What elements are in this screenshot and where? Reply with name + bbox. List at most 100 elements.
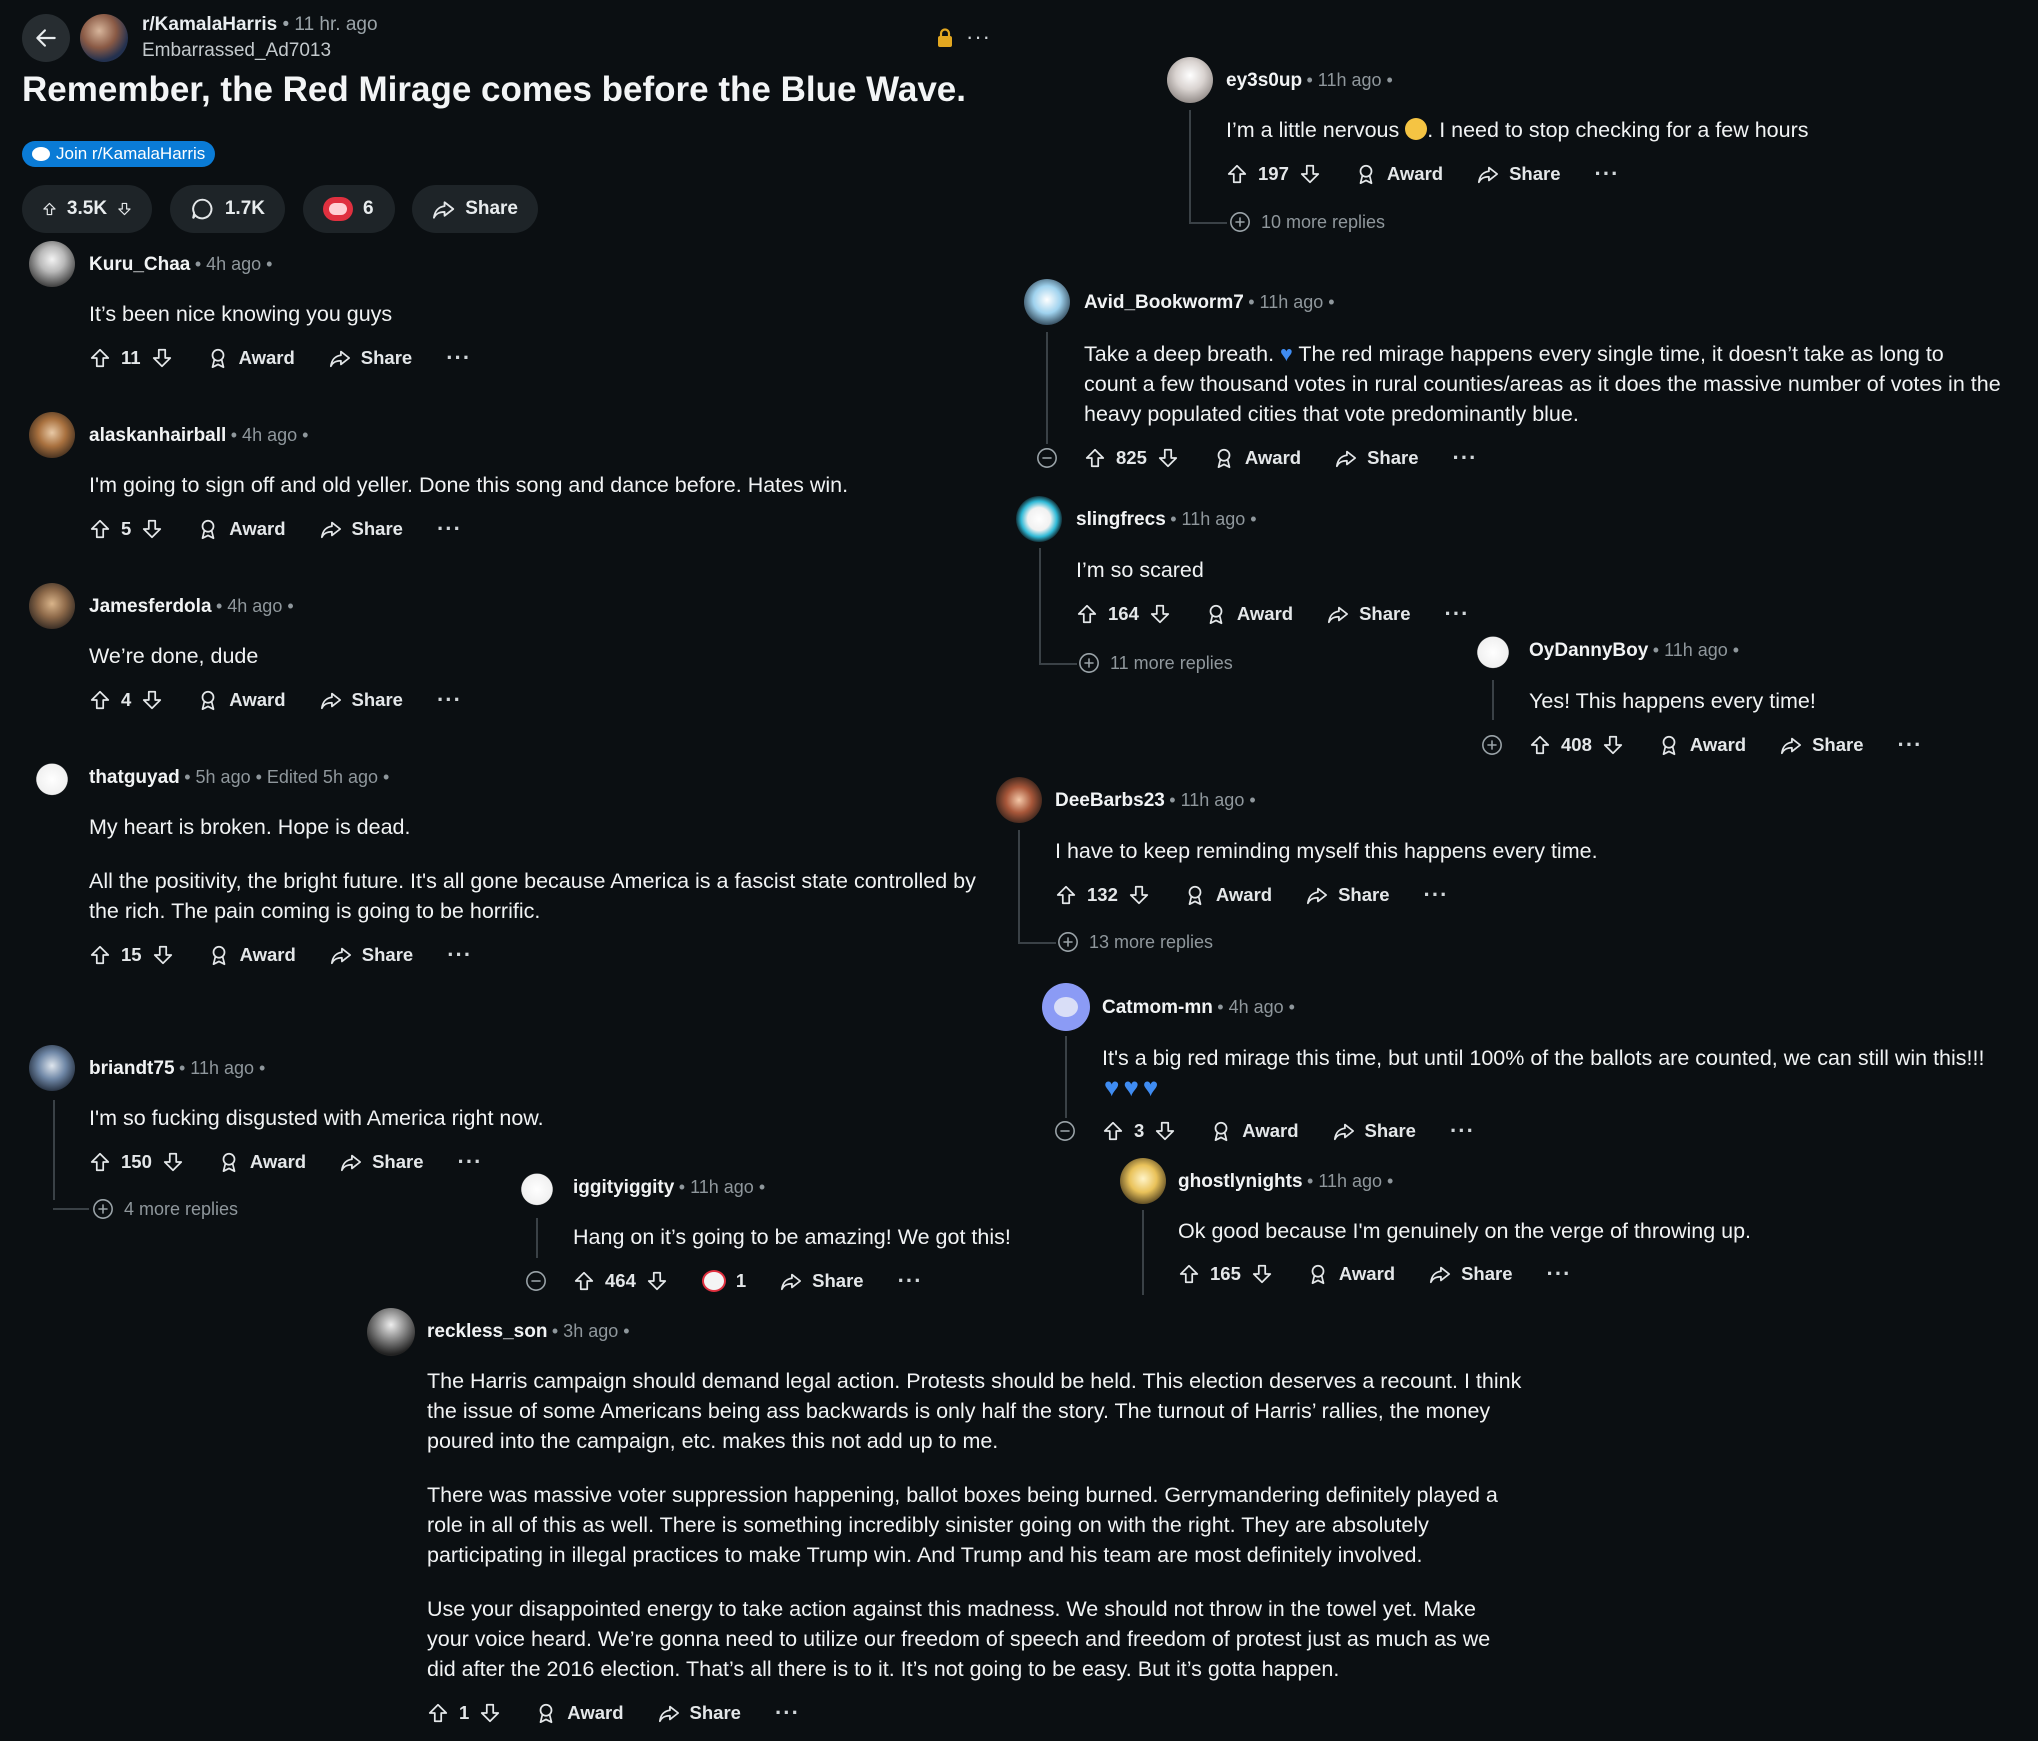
upvote-icon[interactable] [1076, 603, 1098, 625]
upvote-icon[interactable] [573, 1270, 595, 1292]
avatar[interactable] [29, 583, 75, 629]
collapse-icon[interactable] [525, 1270, 547, 1292]
username[interactable]: Avid_Bookworm7 [1084, 292, 1244, 313]
avatar[interactable] [1470, 627, 1516, 673]
more-options-button[interactable]: ··· [1595, 161, 1620, 187]
avatar[interactable] [29, 754, 75, 800]
downvote-icon[interactable] [1149, 603, 1171, 625]
share-button[interactable]: Share [1333, 1120, 1416, 1142]
more-options-button[interactable]: ··· [437, 516, 462, 542]
award-button[interactable]: Award [1210, 1120, 1299, 1142]
avatar[interactable] [1120, 1158, 1166, 1204]
more-replies-link[interactable]: 4 more replies [92, 1198, 238, 1220]
award-button[interactable]: Award [1205, 603, 1293, 625]
avatar[interactable] [1042, 983, 1090, 1031]
downvote-icon[interactable] [1128, 884, 1150, 906]
more-options-button[interactable]: ··· [1453, 445, 1478, 471]
share-button[interactable]: Share [780, 1270, 864, 1292]
award-button[interactable]: Award [1213, 447, 1301, 469]
share-button[interactable]: Share [329, 347, 412, 369]
downvote-icon[interactable] [141, 689, 163, 711]
avatar[interactable] [514, 1164, 560, 1210]
upvote-icon[interactable] [89, 518, 111, 540]
downvote-icon[interactable] [1299, 163, 1321, 185]
subreddit-avatar[interactable] [80, 14, 128, 62]
upvote-icon[interactable] [89, 1151, 111, 1173]
username[interactable]: DeeBarbs23 [1055, 790, 1165, 811]
more-options-button[interactable]: ··· [898, 1268, 923, 1294]
awards-display[interactable]: 1 [701, 1270, 746, 1292]
share-button[interactable]: Share [1780, 734, 1864, 756]
username[interactable]: Kuru_Chaa [89, 254, 190, 275]
subreddit-link[interactable]: r/KamalaHarris [142, 14, 277, 35]
expand-icon[interactable] [1481, 734, 1503, 756]
share-button[interactable]: Share [340, 1151, 424, 1173]
downvote-icon[interactable] [1251, 1263, 1273, 1285]
more-options-button[interactable]: ··· [1424, 882, 1449, 908]
upvote-icon[interactable] [1178, 1263, 1200, 1285]
award-button[interactable]: Award [208, 944, 296, 966]
username[interactable]: slingfrecs [1076, 509, 1166, 530]
username[interactable]: reckless_son [427, 1321, 547, 1342]
award-button[interactable]: Award [218, 1151, 306, 1173]
avatar[interactable] [1167, 57, 1213, 103]
award-button[interactable]: Award [207, 347, 295, 369]
share-button[interactable]: Share [1477, 163, 1561, 185]
more-options-button[interactable]: ··· [1547, 1261, 1572, 1287]
award-button[interactable]: Award [197, 518, 286, 540]
downvote-icon[interactable] [1602, 734, 1624, 756]
post-share-button[interactable]: Share [412, 185, 538, 233]
upvote-icon[interactable] [1084, 447, 1106, 469]
downvote-icon[interactable] [646, 1270, 668, 1292]
username[interactable]: ey3s0up [1226, 70, 1302, 91]
more-replies-link[interactable]: 11 more replies [1078, 652, 1233, 674]
upvote-icon[interactable] [427, 1702, 449, 1724]
more-options-button[interactable]: ··· [1450, 1118, 1475, 1144]
share-button[interactable]: Share [1306, 884, 1390, 906]
share-button[interactable]: Share [1335, 447, 1419, 469]
share-button[interactable]: Share [1429, 1263, 1513, 1285]
downvote-icon[interactable] [151, 347, 173, 369]
more-options-button[interactable]: ··· [1445, 601, 1470, 627]
downvote-icon[interactable] [479, 1702, 501, 1724]
share-button[interactable]: Share [1327, 603, 1411, 625]
username[interactable]: alaskanhairball [89, 425, 226, 446]
collapse-icon[interactable] [1054, 1120, 1076, 1142]
more-replies-link[interactable]: 10 more replies [1229, 211, 1385, 233]
share-button[interactable]: Share [320, 518, 403, 540]
more-options-button[interactable]: ··· [775, 1700, 800, 1726]
post-options-button[interactable]: ··· [966, 24, 991, 50]
username[interactable]: briandt75 [89, 1058, 175, 1079]
username[interactable]: Jamesferdola [89, 596, 212, 617]
upvote-icon[interactable] [89, 347, 111, 369]
avatar[interactable] [29, 412, 75, 458]
avatar[interactable] [29, 1045, 75, 1091]
avatar[interactable] [996, 777, 1042, 823]
downvote-icon[interactable] [152, 944, 174, 966]
share-button[interactable]: Share [330, 944, 413, 966]
username[interactable]: Catmom-mn [1102, 997, 1213, 1018]
award-button[interactable]: Award [197, 689, 286, 711]
downvote-icon[interactable] [1157, 447, 1179, 469]
upvote-icon[interactable] [1226, 163, 1248, 185]
collapse-icon[interactable] [1036, 447, 1058, 469]
share-button[interactable]: Share [320, 689, 403, 711]
post-author[interactable]: Embarrassed_Ad7013 [142, 40, 331, 62]
username[interactable]: ghostlynights [1178, 1171, 1303, 1192]
upvote-icon[interactable] [1529, 734, 1551, 756]
more-options-button[interactable]: ··· [437, 687, 462, 713]
more-options-button[interactable]: ··· [458, 1149, 483, 1175]
award-button[interactable]: Award [535, 1702, 624, 1724]
downvote-icon[interactable] [1154, 1120, 1176, 1142]
share-button[interactable]: Share [658, 1702, 741, 1724]
award-button[interactable]: Award [1658, 734, 1746, 756]
award-button[interactable]: Award [1184, 884, 1272, 906]
avatar[interactable] [1024, 279, 1070, 325]
more-replies-link[interactable]: 13 more replies [1057, 931, 1213, 953]
upvote-icon[interactable] [1055, 884, 1077, 906]
username[interactable]: OyDannyBoy [1529, 640, 1648, 661]
award-button[interactable]: Award [1355, 163, 1443, 185]
more-options-button[interactable]: ··· [1898, 732, 1923, 758]
more-options-button[interactable]: ··· [447, 942, 472, 968]
upvote-icon[interactable] [1102, 1120, 1124, 1142]
